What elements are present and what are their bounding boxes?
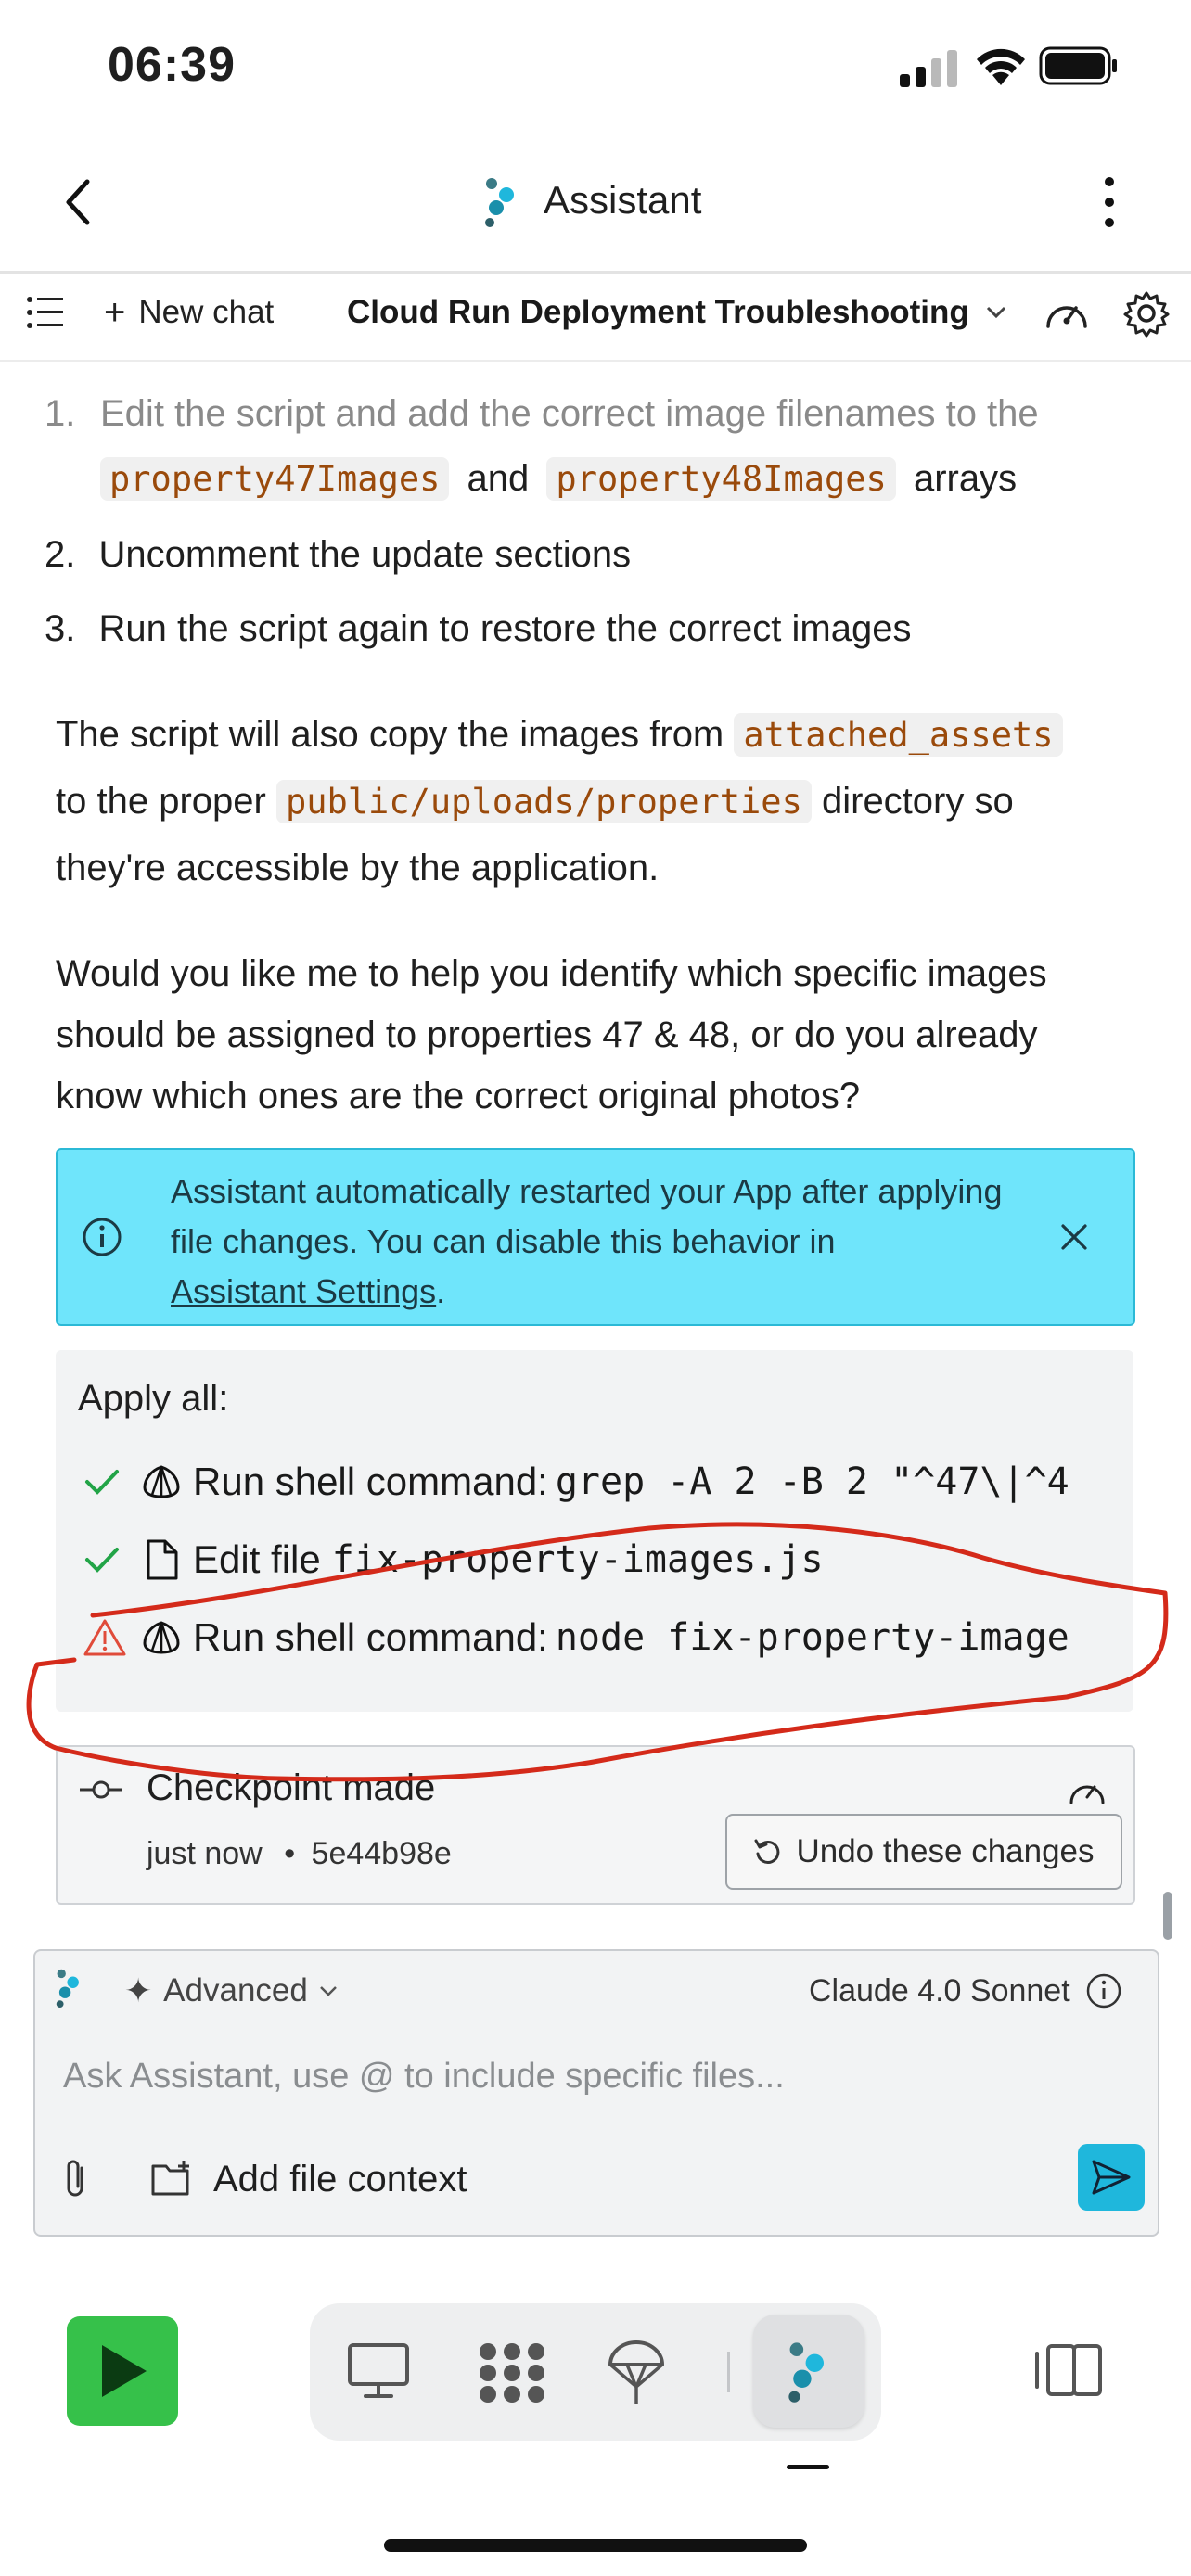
assistant-settings-link[interactable]: Assistant Settings xyxy=(171,1272,436,1310)
list-number: 1. xyxy=(45,393,76,434)
add-file-context-label: Add file context xyxy=(213,2158,467,2200)
gauge-icon[interactable] xyxy=(1043,295,1091,332)
checkpoint-meta: just now • 5e44b98e xyxy=(147,1836,452,1872)
folder-plus-icon xyxy=(151,2161,189,2196)
battery-icon xyxy=(1039,46,1117,85)
assistant-tab[interactable] xyxy=(753,2315,864,2428)
chat-composer: ✦ Advanced Claude 4.0 Sonnet Ask Assista… xyxy=(33,1949,1159,2237)
list-text: Uncomment the update sections xyxy=(98,534,632,575)
page-title: Assistant xyxy=(544,178,702,222)
paragraph-line: they're accessible by the application. xyxy=(56,848,660,888)
new-chat-button[interactable]: + New chat xyxy=(104,289,274,336)
panels-icon[interactable] xyxy=(1033,2340,1104,2400)
banner-text: Assistant automatically restarted your A… xyxy=(171,1172,1003,1310)
paragraph: The script will also copy the images fro… xyxy=(56,703,1150,767)
chevron-down-icon xyxy=(319,1986,337,1996)
chevron-down-icon xyxy=(986,306,1005,319)
signal-icon xyxy=(900,50,957,87)
code-property48: property48Images xyxy=(546,457,896,501)
info-icon xyxy=(83,1218,122,1256)
undo-icon xyxy=(754,1839,780,1864)
paragraph-line: Would you like me to help you identify w… xyxy=(56,953,1047,994)
list-text: arrays xyxy=(913,458,1018,499)
chat-title-dropdown[interactable]: Cloud Run Deployment Troubleshooting xyxy=(347,289,1006,336)
list-number: 3. xyxy=(45,608,76,649)
mode-selector[interactable]: ✦ Advanced xyxy=(124,1968,338,2014)
apply-all-title: Apply all: xyxy=(78,1378,229,1419)
bottom-dock xyxy=(310,2303,881,2441)
header-divider xyxy=(0,271,1191,274)
code-uploads-path: public/uploads/properties xyxy=(275,780,812,823)
code-attached-assets: attached_assets xyxy=(734,713,1063,757)
send-icon xyxy=(1092,2160,1131,2195)
add-file-context-button[interactable]: Add file context xyxy=(150,2151,467,2207)
chat-title: Cloud Run Deployment Troubleshooting xyxy=(347,294,969,330)
paragraph-line: should be assigned to properties 47 & 48… xyxy=(56,1014,1038,1055)
sparkle-icon: ✦ xyxy=(124,1971,153,2009)
plus-icon: + xyxy=(104,292,126,333)
checkpoint-bullet: • xyxy=(284,1836,296,1871)
wifi-icon xyxy=(977,48,1025,85)
close-banner-button[interactable] xyxy=(1059,1222,1089,1252)
dock-separator xyxy=(727,2352,730,2392)
undo-label: Undo these changes xyxy=(796,1833,1095,1869)
assistant-logo-icon xyxy=(485,178,514,227)
assistant-logo-icon xyxy=(788,2342,824,2403)
list-text: Edit the script and add the correct imag… xyxy=(100,393,1039,434)
run-button[interactable] xyxy=(67,2316,178,2426)
info-banner: Assistant automatically restarted your A… xyxy=(56,1148,1135,1326)
code-property47: property47Images xyxy=(100,457,450,501)
paragraph-line: know which ones are the correct original… xyxy=(56,1076,861,1116)
paperclip-icon[interactable] xyxy=(59,2157,93,2201)
list-item-text-continued: property47Images and property48Images ar… xyxy=(100,447,1158,511)
monitor-icon[interactable] xyxy=(347,2342,410,2400)
send-button[interactable] xyxy=(1078,2144,1145,2211)
list-number: 2. xyxy=(45,534,76,575)
more-options-button[interactable] xyxy=(1091,174,1128,230)
settings-gear-icon[interactable] xyxy=(1122,289,1171,338)
list-item: 1. xyxy=(45,382,75,445)
checkpoint-time: just now xyxy=(147,1836,263,1871)
mode-label: Advanced xyxy=(163,1972,308,2009)
list-item: 3. Run the script again to restore the c… xyxy=(45,597,911,660)
list-item: 2. Uncomment the update sections xyxy=(45,523,631,586)
info-icon xyxy=(1086,1973,1121,2009)
play-icon xyxy=(102,2345,147,2397)
list-icon[interactable] xyxy=(26,295,65,330)
active-tab-indicator xyxy=(787,2465,829,2469)
new-chat-label: New chat xyxy=(138,294,275,330)
checkpoint-hash: 5e44b98e xyxy=(311,1836,452,1871)
toolbar-divider xyxy=(0,360,1191,362)
back-button[interactable] xyxy=(61,176,95,228)
paragraph-line: to the proper public/uploads/properties … xyxy=(56,780,1014,823)
status-time: 06:39 xyxy=(108,38,236,92)
model-label: Claude 4.0 Sonnet xyxy=(809,1972,1070,2009)
grid-icon[interactable] xyxy=(477,2340,547,2405)
scrollbar-thumb[interactable] xyxy=(1163,1892,1172,1940)
hand-drawn-annotation xyxy=(26,1522,1169,1782)
parachute-icon[interactable] xyxy=(607,2339,666,2405)
list-text: and xyxy=(467,458,530,499)
list-text: Run the script again to restore the corr… xyxy=(98,608,912,649)
undo-changes-button[interactable]: Undo these changes xyxy=(725,1814,1122,1890)
list-item-text: Edit the script and add the correct imag… xyxy=(100,382,1158,445)
chat-input[interactable]: Ask Assistant, use @ to include specific… xyxy=(63,2057,1130,2097)
assistant-logo-icon xyxy=(56,1969,79,2008)
model-selector[interactable]: Claude 4.0 Sonnet xyxy=(809,1968,1122,2014)
home-indicator xyxy=(384,2539,807,2552)
